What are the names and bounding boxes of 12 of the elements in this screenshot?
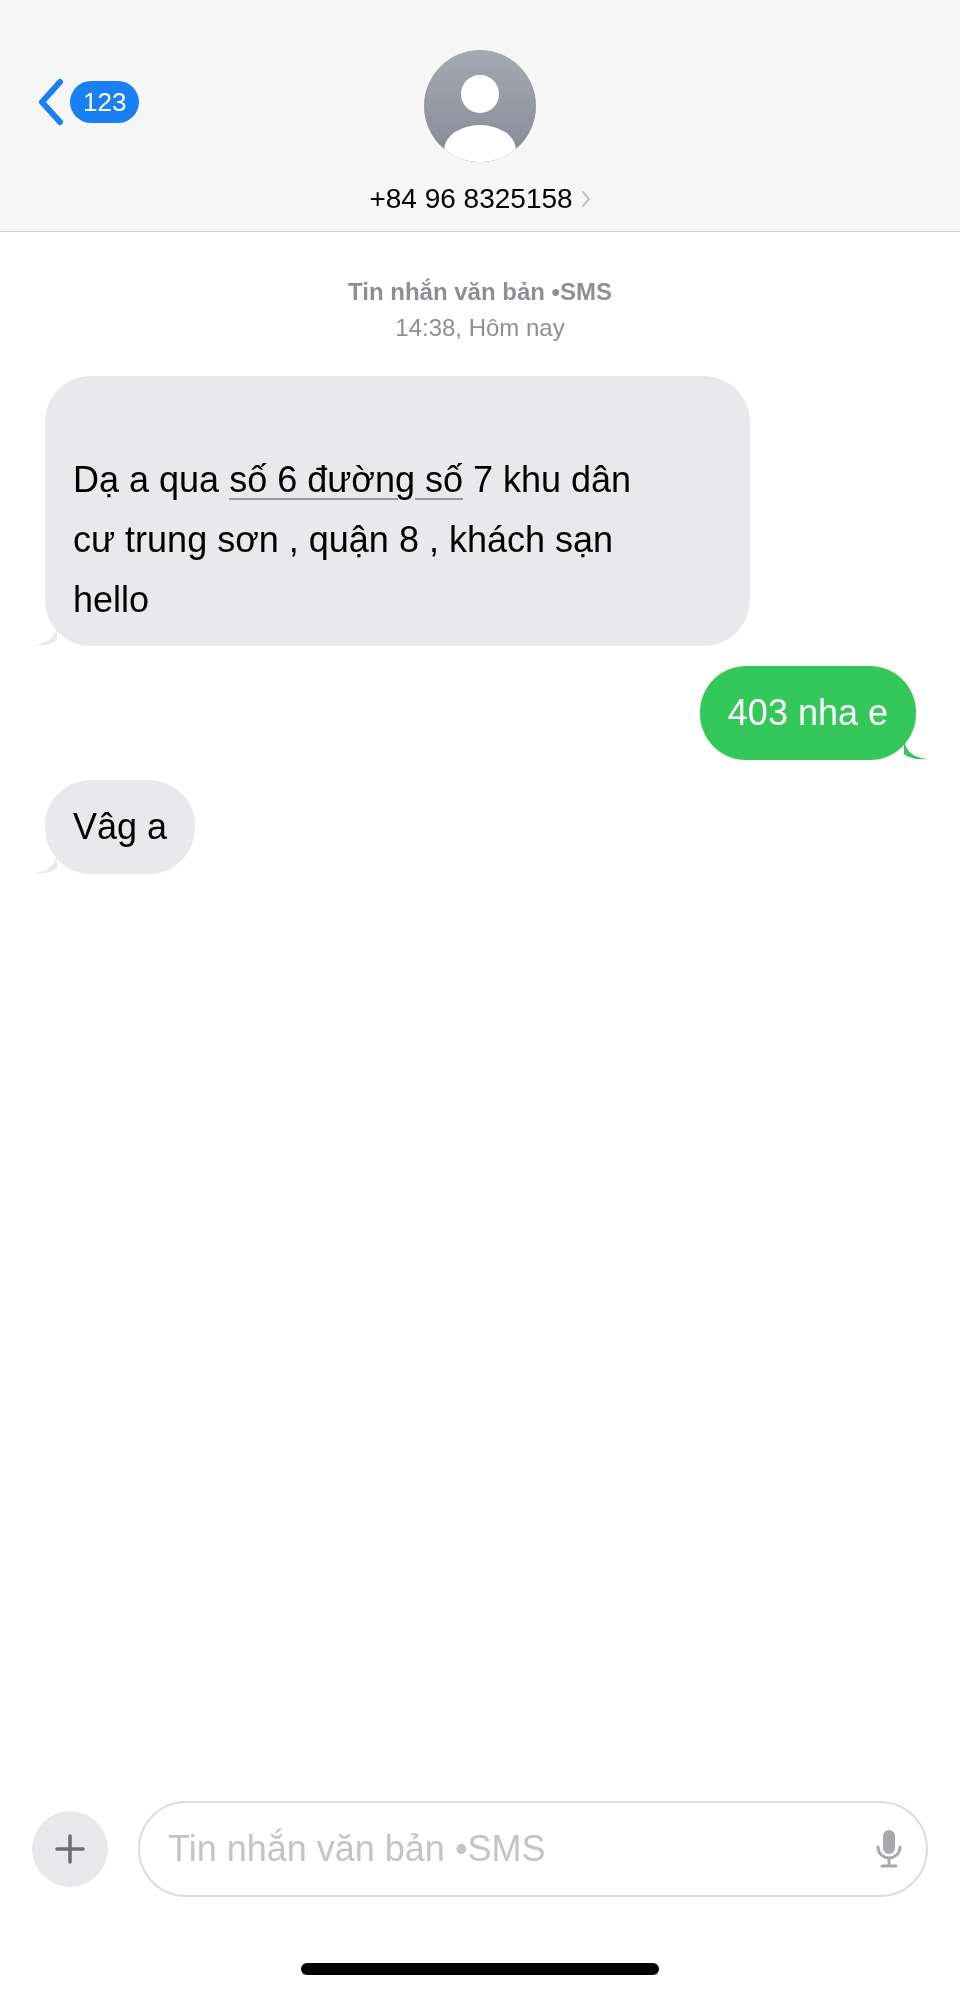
back-button[interactable]: 123 <box>36 78 140 126</box>
contact-avatar-icon <box>424 50 536 162</box>
contact-name-button[interactable]: +84 96 8325158 <box>369 178 591 220</box>
back-chevron-icon <box>36 78 66 126</box>
timestamp: 14:38, Hôm nay <box>395 313 565 343</box>
message-service-label: Tin nhắn văn bản •SMS <box>348 277 612 307</box>
unread-count-badge: 123 <box>70 81 140 123</box>
bubble-tail <box>904 740 928 760</box>
microphone-icon[interactable] <box>876 1829 902 1869</box>
plus-icon <box>55 1834 85 1864</box>
message-input-field[interactable]: Tin nhắn văn bản •SMS <box>138 1801 928 1897</box>
chevron-right-icon <box>580 190 591 208</box>
